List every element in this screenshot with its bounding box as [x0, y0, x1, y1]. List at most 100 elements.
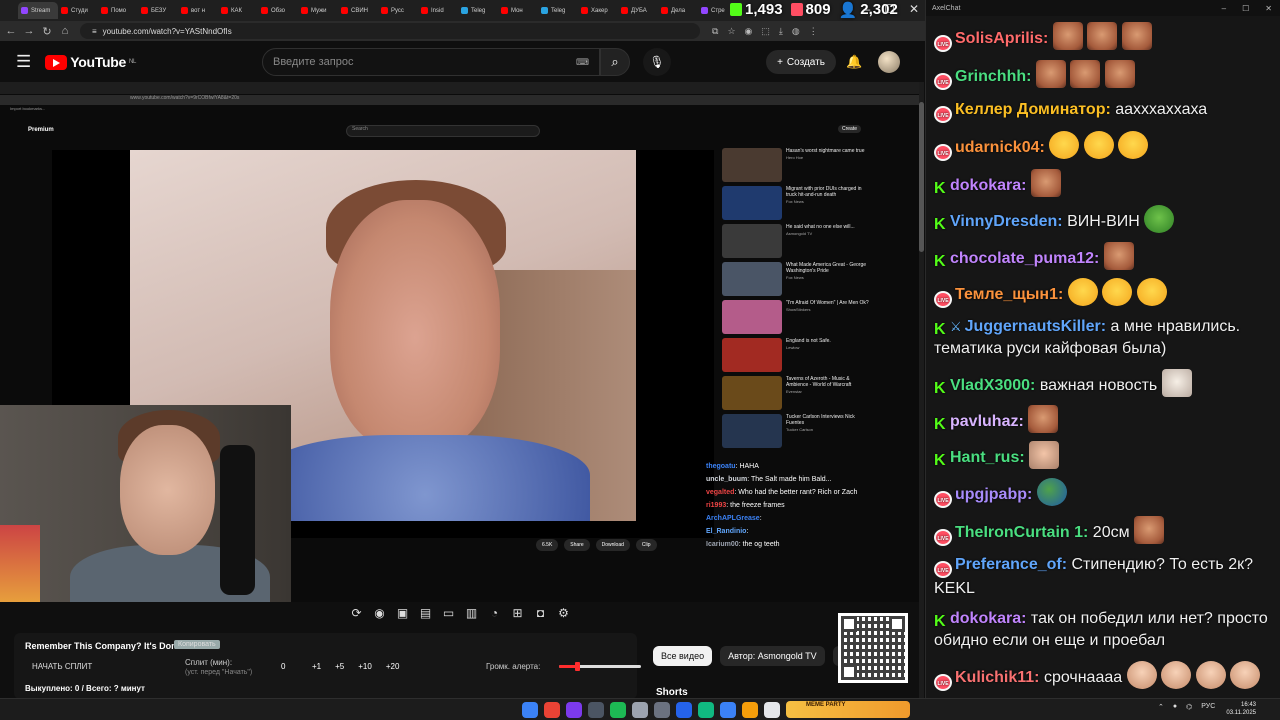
browser-tab[interactable]: СВИН [338, 2, 378, 19]
maximize-button[interactable]: ☐ [884, 2, 895, 16]
video-player[interactable]: www.youtube.com/watch?v=9rCOBfwlYA8&t=20… [0, 82, 920, 602]
hamburger-menu-icon[interactable]: ☰ [16, 52, 31, 72]
emote-bald-icon [1161, 660, 1192, 689]
app-icon[interactable] [654, 702, 670, 718]
browser-tab[interactable]: Teleg [538, 2, 578, 19]
taskbar: MEME PARTY ⌃ ● ⌬ РУС 16:43 03.11.2025 [0, 698, 1280, 720]
alert-volume-slider[interactable] [559, 662, 641, 671]
back-icon[interactable]: ← [4, 25, 18, 37]
chrome-icon[interactable] [544, 702, 560, 718]
browser-tab[interactable]: Stream [18, 2, 58, 19]
inner-tab [436, 82, 472, 92]
frame-icon[interactable]: ▭ [440, 604, 457, 621]
browser-tab[interactable]: КАК [218, 2, 258, 19]
profile-icon[interactable]: ◍ [792, 26, 800, 37]
app-icon[interactable] [698, 702, 714, 718]
minimize-button[interactable]: – [863, 2, 870, 16]
network-icon[interactable]: ⌬ [1186, 703, 1192, 711]
browser-tab[interactable]: Студи [58, 2, 98, 19]
browser-tab[interactable]: Teleg [458, 2, 498, 19]
close-button[interactable]: ✕ [909, 2, 919, 16]
app-icon[interactable] [676, 702, 692, 718]
browser-tab[interactable]: Дела [658, 2, 698, 19]
browser-tab[interactable]: Русс [378, 2, 418, 19]
clapper-icon[interactable]: ▤ [417, 604, 434, 621]
clock[interactable]: 16:43 03.11.2025 [1220, 701, 1256, 717]
slider-knob[interactable] [575, 662, 581, 671]
add-box-icon[interactable]: ⊞ [509, 604, 526, 621]
start-split-button[interactable]: НАЧАТЬ СПЛИТ [32, 662, 92, 671]
download-icon[interactable]: ⤓ [779, 26, 783, 37]
suggestion-item: England is not Safe. Lewlow [722, 338, 872, 376]
create-button[interactable]: + Создать [766, 50, 836, 74]
split-minutes-value[interactable]: 0 [281, 662, 285, 671]
filter-chip[interactable]: Все видео [653, 646, 713, 666]
app-icon[interactable] [632, 702, 648, 718]
windows-start-icon[interactable] [522, 702, 538, 718]
chat-close-button[interactable]: ✕ [1265, 4, 1272, 13]
spotify-icon[interactable] [610, 702, 626, 718]
browser-tab[interactable]: Помо [98, 2, 138, 19]
telegram-icon[interactable] [720, 702, 736, 718]
inner-chat-user: vegalted [706, 489, 735, 496]
live-badge-icon: LIVE [934, 73, 952, 91]
chat-minimize-button[interactable]: – [1222, 4, 1226, 13]
film-icon[interactable]: ▥ [463, 604, 480, 621]
speed-icon[interactable]: ◔ [486, 604, 503, 621]
search-button[interactable]: ⌕ [600, 48, 630, 76]
files-icon[interactable] [742, 702, 758, 718]
copy-button[interactable]: Копировать [174, 640, 220, 649]
reload-icon[interactable]: ↻ [40, 25, 54, 38]
camera-folder-icon[interactable]: ▣ [394, 604, 411, 621]
chevron-up-icon[interactable]: ⌃ [1158, 703, 1164, 711]
extension-icon[interactable]: ◉ [745, 26, 753, 37]
browser-tab[interactable]: БЕЗУ [138, 2, 178, 19]
language-indicator[interactable]: РУС [1201, 703, 1215, 711]
split-step-button[interactable]: +10 [358, 662, 372, 671]
home-icon[interactable]: ⌂ [58, 25, 72, 37]
chat-text: ВИН-ВИН [1067, 213, 1140, 231]
browser-tab[interactable]: ДУБА [618, 2, 658, 19]
settings-gear-icon[interactable]: ⚙ [555, 604, 572, 621]
bell-icon[interactable]: 🔔 [846, 54, 862, 70]
bookmark-star-icon[interactable]: ☆ [727, 26, 735, 37]
screenshot-icon[interactable]: ◘ [532, 604, 549, 621]
inner-chat-line: vegalted: Who had the better rant? Rich … [706, 489, 858, 496]
split-step-button[interactable]: +5 [335, 662, 344, 671]
mic-tray-icon[interactable]: ● [1173, 703, 1177, 711]
browser-tab[interactable]: Мон [498, 2, 538, 19]
filter-chip[interactable]: Автор: Asmongold TV [720, 646, 825, 666]
split-step-button[interactable]: +20 [386, 662, 400, 671]
voice-search-button[interactable]: 🎙 [643, 48, 671, 76]
avatar[interactable] [878, 51, 900, 73]
chat-username: pavluhaz: [950, 412, 1024, 430]
meme-party-widget[interactable]: MEME PARTY [786, 701, 910, 718]
keyboard-icon[interactable]: ⌨ [576, 57, 589, 68]
browser-tab[interactable]: Мужи [298, 2, 338, 19]
search-input[interactable]: Введите запрос ⌨ [262, 48, 600, 76]
browser-tab[interactable]: Хакер [578, 2, 618, 19]
steam-icon[interactable] [588, 702, 604, 718]
forward-icon[interactable]: → [22, 25, 36, 37]
chat-text: 20см [1092, 523, 1130, 541]
tab-favicon [661, 7, 668, 14]
install-icon[interactable]: ⧉ [712, 26, 718, 37]
browser-tab[interactable]: Обзо [258, 2, 298, 19]
app-icon[interactable] [764, 702, 780, 718]
page-scrollbar[interactable] [919, 82, 924, 698]
inner-chat-line: Icarium00: the og teeth [706, 541, 780, 548]
suggestion-title: He said what no one else will... [786, 224, 855, 230]
chat-maximize-button[interactable]: ☐ [1242, 4, 1249, 13]
broadcast-icon[interactable]: ◉ [371, 604, 388, 621]
puzzle-icon[interactable]: ⬚ [761, 26, 770, 37]
discord-icon[interactable] [566, 702, 582, 718]
url-field[interactable]: ≡ youtube.com/watch?v=YAStNndOfIs [80, 23, 700, 39]
split-step-button[interactable]: +1 [312, 662, 321, 671]
browser-tab[interactable]: Insid [418, 2, 458, 19]
menu-dots-icon[interactable]: ⋮ [809, 26, 818, 37]
site-info-icon[interactable]: ≡ [92, 27, 97, 36]
browser-tab[interactable]: вот н [178, 2, 218, 19]
repeat-icon[interactable]: ⟳ [348, 604, 365, 621]
scrollbar-thumb[interactable] [919, 102, 924, 252]
youtube-logo[interactable]: YouTube NL [45, 54, 136, 70]
